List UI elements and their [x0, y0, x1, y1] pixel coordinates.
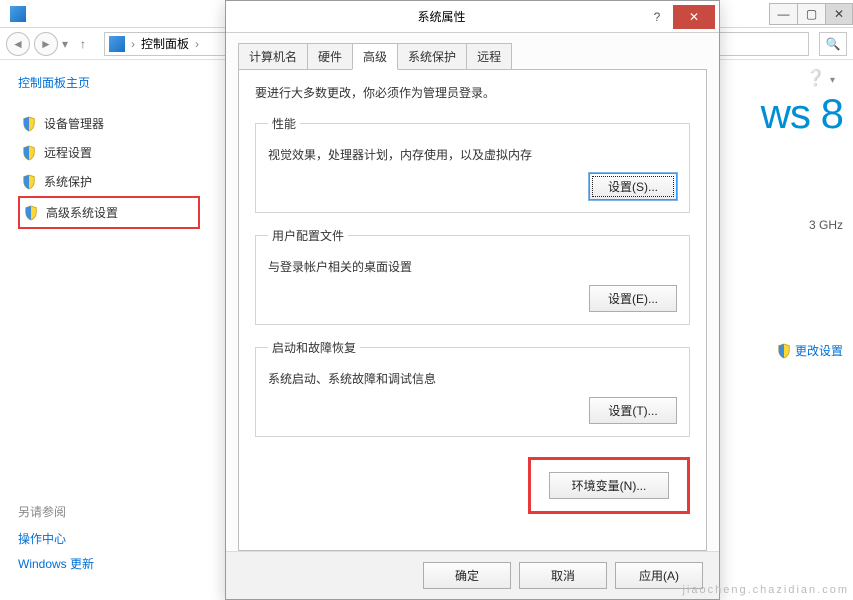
- history-dropdown[interactable]: ▾: [62, 37, 68, 51]
- see-also: 另请参阅 操作中心 Windows 更新: [18, 503, 94, 580]
- tab-computer-name[interactable]: 计算机名: [238, 43, 308, 69]
- shield-icon: [22, 116, 36, 132]
- profiles-desc: 与登录帐户相关的桌面设置: [268, 258, 677, 275]
- dialog-titlebar: 系统属性 ? ✕: [226, 1, 719, 33]
- up-button[interactable]: ↑: [72, 33, 94, 55]
- shield-icon: [24, 205, 38, 221]
- breadcrumb-sep: ›: [131, 37, 135, 51]
- shield-icon: [22, 174, 36, 190]
- sidebar-item-label: 高级系统设置: [46, 204, 118, 221]
- system-icon: [10, 6, 26, 22]
- dialog-close-button[interactable]: ✕: [673, 5, 715, 29]
- sidebar-item-device-manager[interactable]: 设备管理器: [18, 109, 200, 138]
- startup-desc: 系统启动、系统故障和调试信息: [268, 370, 677, 387]
- performance-settings-button[interactable]: 设置(S)...: [589, 173, 677, 200]
- startup-group: 启动和故障恢复 系统启动、系统故障和调试信息 设置(T)...: [255, 339, 690, 437]
- sidebar-item-label: 设备管理器: [44, 115, 104, 132]
- env-highlight-box: 环境变量(N)...: [528, 457, 690, 514]
- tab-advanced[interactable]: 高级: [352, 43, 398, 70]
- profiles-group: 用户配置文件 与登录帐户相关的桌面设置 设置(E)...: [255, 227, 690, 325]
- sidebar-item-label: 系统保护: [44, 173, 92, 190]
- forward-button[interactable]: ►: [34, 32, 58, 56]
- dialog-title: 系统属性: [236, 8, 647, 25]
- profiles-settings-button[interactable]: 设置(E)...: [589, 285, 677, 312]
- back-button[interactable]: ◄: [6, 32, 30, 56]
- sidebar-heading[interactable]: 控制面板主页: [18, 74, 200, 91]
- tab-label: 硬件: [318, 50, 342, 64]
- address-icon: [109, 36, 125, 52]
- cpu-ghz: 3 GHz: [761, 218, 843, 232]
- profiles-legend: 用户配置文件: [268, 227, 348, 244]
- help-icon[interactable]: ❔ ▾: [806, 68, 835, 88]
- maximize-button[interactable]: ▢: [797, 3, 825, 25]
- shield-icon: [22, 145, 36, 161]
- tab-label: 高级: [363, 50, 387, 64]
- sidebar-item-advanced[interactable]: 高级系统设置: [18, 196, 200, 229]
- cancel-button[interactable]: 取消: [519, 562, 607, 589]
- dialog-help-button[interactable]: ?: [647, 10, 667, 24]
- right-panel: ws 8 3 GHz 更改设置: [761, 90, 843, 359]
- breadcrumb-item[interactable]: 控制面板: [141, 35, 189, 52]
- watermark: jiaocheng.chazidian.com: [683, 584, 849, 596]
- performance-desc: 视觉效果，处理器计划，内存使用，以及虚拟内存: [268, 146, 677, 163]
- system-properties-dialog: 系统属性 ? ✕ 计算机名 硬件 高级 系统保护 远程 要进行大多数更改，你必须…: [225, 0, 720, 600]
- performance-group: 性能 视觉效果，处理器计划，内存使用，以及虚拟内存 设置(S)...: [255, 115, 690, 213]
- see-also-action-center[interactable]: 操作中心: [18, 530, 94, 547]
- breadcrumb-sep: ›: [195, 37, 199, 51]
- tab-system-protection[interactable]: 系统保护: [397, 43, 467, 69]
- tab-label: 系统保护: [408, 50, 456, 64]
- parent-close-button[interactable]: ✕: [825, 3, 853, 25]
- sidebar-item-protection[interactable]: 系统保护: [18, 167, 200, 196]
- dialog-button-row: 确定 取消 应用(A): [226, 551, 719, 599]
- windows-brand: ws 8: [761, 90, 843, 138]
- environment-variables-button[interactable]: 环境变量(N)...: [549, 472, 669, 499]
- sidebar: 控制面板主页 设备管理器 远程设置 系统保护 高级系统设置 另请参阅 操作中心 …: [0, 60, 218, 600]
- startup-legend: 启动和故障恢复: [268, 339, 360, 356]
- sidebar-item-label: 远程设置: [44, 144, 92, 161]
- see-also-windows-update[interactable]: Windows 更新: [18, 555, 94, 572]
- ok-button[interactable]: 确定: [423, 562, 511, 589]
- see-also-title: 另请参阅: [18, 503, 94, 520]
- tab-content: 要进行大多数更改，你必须作为管理员登录。 性能 视觉效果，处理器计划，内存使用，…: [238, 69, 707, 551]
- admin-note: 要进行大多数更改，你必须作为管理员登录。: [255, 84, 690, 101]
- startup-settings-button[interactable]: 设置(T)...: [589, 397, 677, 424]
- tabstrip: 计算机名 硬件 高级 系统保护 远程: [226, 33, 719, 69]
- tab-remote[interactable]: 远程: [466, 43, 512, 69]
- change-settings-link[interactable]: 更改设置: [795, 342, 843, 359]
- search-input[interactable]: 🔍: [819, 32, 847, 56]
- tab-label: 计算机名: [249, 50, 297, 64]
- shield-icon: [777, 343, 791, 359]
- performance-legend: 性能: [268, 115, 300, 132]
- tab-hardware[interactable]: 硬件: [307, 43, 353, 69]
- tab-label: 远程: [477, 50, 501, 64]
- sidebar-item-remote[interactable]: 远程设置: [18, 138, 200, 167]
- minimize-button[interactable]: —: [769, 3, 797, 25]
